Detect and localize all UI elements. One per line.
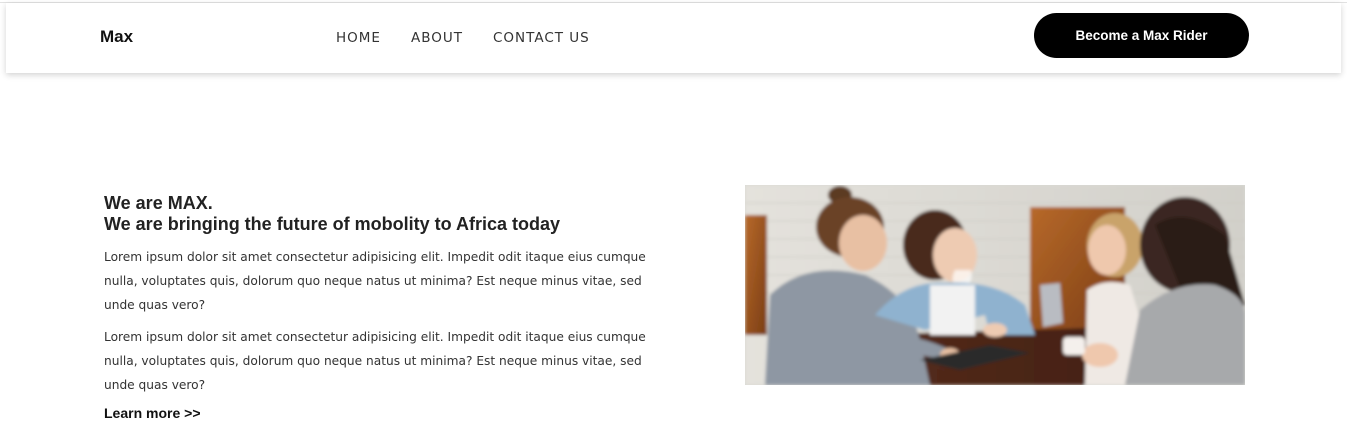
nav-contact-us[interactable]: CONTACT US — [493, 30, 590, 46]
nav-home[interactable]: HOME — [336, 30, 381, 46]
hero-intro: We are MAX. — [104, 193, 664, 214]
main-nav: HOME ABOUT CONTACT US — [336, 30, 620, 46]
friends-photo-illustration — [745, 185, 1245, 385]
learn-more-link[interactable]: Learn more >> — [104, 405, 201, 421]
hero-text: We are MAX. We are bringing the future o… — [104, 193, 664, 423]
hero-photo — [745, 185, 1245, 385]
hero-intro-prefix: We are — [104, 193, 168, 213]
hero-subtitle: We are bringing the future of mobolity t… — [104, 214, 561, 234]
navbar: Max HOME ABOUT CONTACT US Become a Max R… — [6, 3, 1341, 73]
hero-paragraph-1: Lorem ipsum dolor sit amet consectetur a… — [104, 250, 646, 312]
hero-paragraph-2: Lorem ipsum dolor sit amet consectetur a… — [104, 330, 646, 392]
hero-intro-brand: MAX. — [167, 193, 213, 213]
nav-about[interactable]: ABOUT — [411, 30, 463, 46]
brand-logo[interactable]: Max — [100, 27, 133, 47]
become-rider-button[interactable]: Become a Max Rider — [1034, 13, 1249, 58]
